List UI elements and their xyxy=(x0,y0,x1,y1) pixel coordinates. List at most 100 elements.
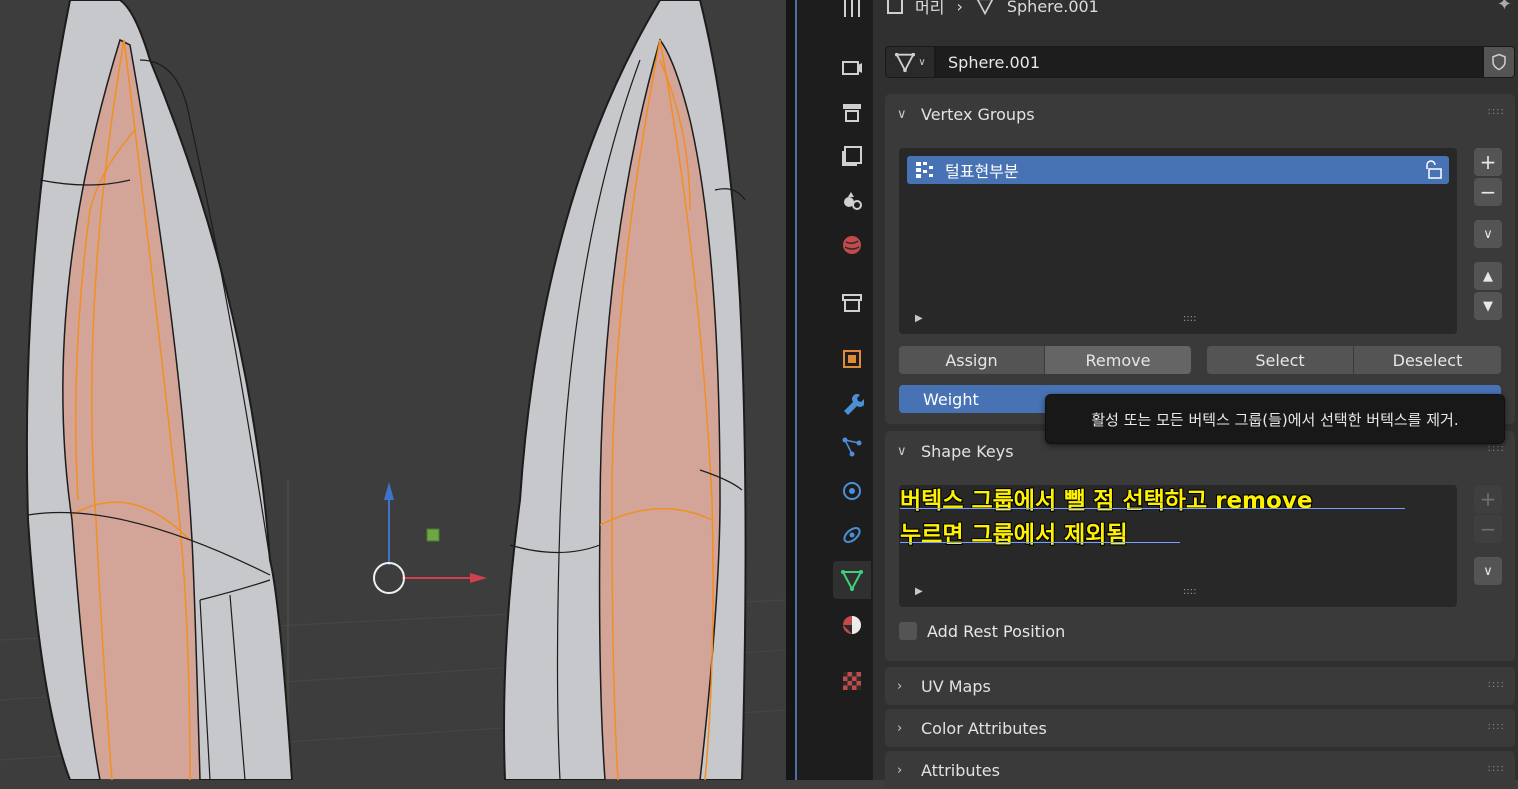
breadcrumb-mesh: Sphere.001 xyxy=(1006,0,1099,16)
tab-world[interactable] xyxy=(833,226,871,264)
properties-tab-bar xyxy=(797,0,873,780)
viewport-scene xyxy=(0,0,786,780)
drag-grip-icon[interactable]: :::: xyxy=(1488,721,1505,732)
vertex-group-list[interactable]: 털표현부분 ▶ :::: xyxy=(899,148,1457,334)
object-icon xyxy=(843,350,861,368)
physics-icon xyxy=(843,482,861,500)
shape-keys-title: Shape Keys xyxy=(921,441,1014,461)
pin-icon[interactable]: ✦ xyxy=(1497,0,1512,15)
annotation-text-2: 누르면 그룹에서 제외됨 xyxy=(900,522,1128,548)
chevron-down-icon: ∨ xyxy=(897,443,907,459)
uv-maps-header[interactable]: › UV Maps :::: xyxy=(885,667,1515,705)
tab-constraints[interactable] xyxy=(833,516,871,554)
particles-icon xyxy=(842,437,862,457)
remove-button[interactable]: Remove xyxy=(1045,346,1191,374)
list-resize-grip-icon[interactable]: :::: xyxy=(1183,313,1196,324)
chevron-down-icon: ∨ xyxy=(918,56,926,68)
specials-menu-button[interactable]: ∨ xyxy=(1474,220,1502,248)
remove-vertex-group-button[interactable]: − xyxy=(1474,178,1502,206)
breadcrumb-object: 머리 xyxy=(915,0,945,17)
fake-user-button[interactable] xyxy=(1483,46,1515,78)
3d-viewport[interactable] xyxy=(0,0,786,780)
assign-button[interactable]: Assign xyxy=(899,346,1044,374)
annotation-overlay: 버텍스 그룹에서 뺄 점 선택하고 remove 누르면 그룹에서 제외됨 xyxy=(900,484,1405,552)
add-shape-key-button[interactable]: + xyxy=(1474,485,1502,513)
tab-object[interactable] xyxy=(833,340,871,378)
output-icon xyxy=(843,104,861,122)
annotation-text-1: 버텍스 그룹에서 뺄 점 선택하고 remove xyxy=(900,488,1313,514)
chevron-right-icon: › xyxy=(897,762,903,778)
move-down-button[interactable]: ▼ xyxy=(1474,292,1502,320)
scene-icon xyxy=(844,192,862,210)
left-ear-mesh[interactable] xyxy=(25,0,294,780)
tab-tool[interactable] xyxy=(833,0,871,26)
texture-icon xyxy=(843,672,861,690)
render-icon xyxy=(842,61,862,75)
color-attributes-panel[interactable]: › Color Attributes :::: xyxy=(885,709,1515,747)
mesh-icon xyxy=(976,0,993,16)
chevron-right-icon: › xyxy=(897,720,903,736)
attributes-header[interactable]: › Attributes :::: xyxy=(885,751,1515,789)
color-attributes-header[interactable]: › Color Attributes :::: xyxy=(885,709,1515,747)
properties-editor: 머리 › Sphere.001 ✦ ∨ Sphere.001 ∨ Vertex … xyxy=(797,0,1518,789)
vertex-group-name: 털표현부분 xyxy=(945,162,1019,181)
chevron-right-icon: › xyxy=(956,0,963,16)
filter-expand-icon[interactable]: ▶ xyxy=(915,586,923,597)
uv-maps-panel[interactable]: › UV Maps :::: xyxy=(885,667,1515,705)
transform-gizmo[interactable] xyxy=(373,482,487,594)
tab-particles[interactable] xyxy=(833,428,871,466)
constraints-icon xyxy=(843,527,861,543)
weight-label: Weight xyxy=(923,389,979,409)
drag-grip-icon[interactable]: :::: xyxy=(1488,679,1505,690)
tab-collection[interactable] xyxy=(833,284,871,322)
tab-output[interactable] xyxy=(833,93,871,131)
tab-scene[interactable] xyxy=(833,181,871,219)
object-icon xyxy=(887,0,903,14)
material-icon xyxy=(843,616,861,634)
shield-icon xyxy=(1492,53,1506,71)
add-rest-position-label: Add Rest Position xyxy=(927,621,1066,641)
remove-tooltip: 활성 또는 모든 버텍스 그룹(들)에서 선택한 버텍스를 제거. xyxy=(1045,394,1505,444)
wrench-icon xyxy=(844,394,864,415)
filter-expand-icon[interactable]: ▶ xyxy=(915,313,923,324)
tab-material[interactable] xyxy=(833,606,871,644)
drag-grip-icon[interactable]: :::: xyxy=(1488,106,1505,117)
shape-key-specials-button[interactable]: ∨ xyxy=(1474,557,1502,585)
add-rest-position-row[interactable]: Add Rest Position xyxy=(899,620,1065,642)
tab-mesh-data[interactable] xyxy=(833,561,871,599)
chevron-down-icon: ∨ xyxy=(897,106,907,122)
tab-physics[interactable] xyxy=(833,472,871,510)
tool-icon xyxy=(844,0,860,17)
mesh-browse-button[interactable]: ∨ xyxy=(885,46,935,78)
select-button[interactable]: Select xyxy=(1207,346,1353,374)
attributes-panel[interactable]: › Attributes :::: xyxy=(885,751,1515,789)
chevron-right-icon: › xyxy=(897,678,903,694)
view-layer-icon xyxy=(842,146,862,166)
unlock-icon[interactable] xyxy=(1421,160,1443,180)
move-up-button[interactable]: ▲ xyxy=(1474,262,1502,290)
properties-content: 머리 › Sphere.001 ✦ ∨ Sphere.001 ∨ Vertex … xyxy=(873,0,1518,789)
vertex-groups-panel: ∨ Vertex Groups :::: 털표현부분 ▶ :::: + − ∨ … xyxy=(885,94,1515,424)
list-item[interactable]: 털표현부분 xyxy=(907,156,1449,184)
mesh-data-icon xyxy=(841,570,863,592)
annotation-underline xyxy=(900,508,1405,509)
mesh-name-field[interactable]: Sphere.001 xyxy=(935,46,1483,78)
tab-texture[interactable] xyxy=(833,662,871,700)
tab-view-layer[interactable] xyxy=(833,137,871,175)
add-vertex-group-button[interactable]: + xyxy=(1474,148,1502,176)
remove-shape-key-button[interactable]: − xyxy=(1474,515,1502,543)
drag-grip-icon[interactable]: :::: xyxy=(1488,763,1505,774)
attributes-title: Attributes xyxy=(921,760,1000,780)
list-resize-grip-icon[interactable]: :::: xyxy=(1183,586,1196,597)
annotation-line-2: 누르면 그룹에서 제외됨 xyxy=(900,518,1312,552)
right-ear-mesh[interactable] xyxy=(503,0,747,780)
drag-grip-icon[interactable]: :::: xyxy=(1488,443,1505,454)
add-rest-position-checkbox[interactable] xyxy=(899,622,917,640)
world-icon xyxy=(843,236,861,254)
color-attributes-title: Color Attributes xyxy=(921,718,1047,738)
vertex-group-icon xyxy=(916,162,933,178)
tab-modifiers[interactable] xyxy=(833,384,871,422)
vertex-groups-header[interactable]: ∨ Vertex Groups :::: xyxy=(885,94,1515,134)
tab-render[interactable] xyxy=(833,48,871,86)
deselect-button[interactable]: Deselect xyxy=(1354,346,1501,374)
